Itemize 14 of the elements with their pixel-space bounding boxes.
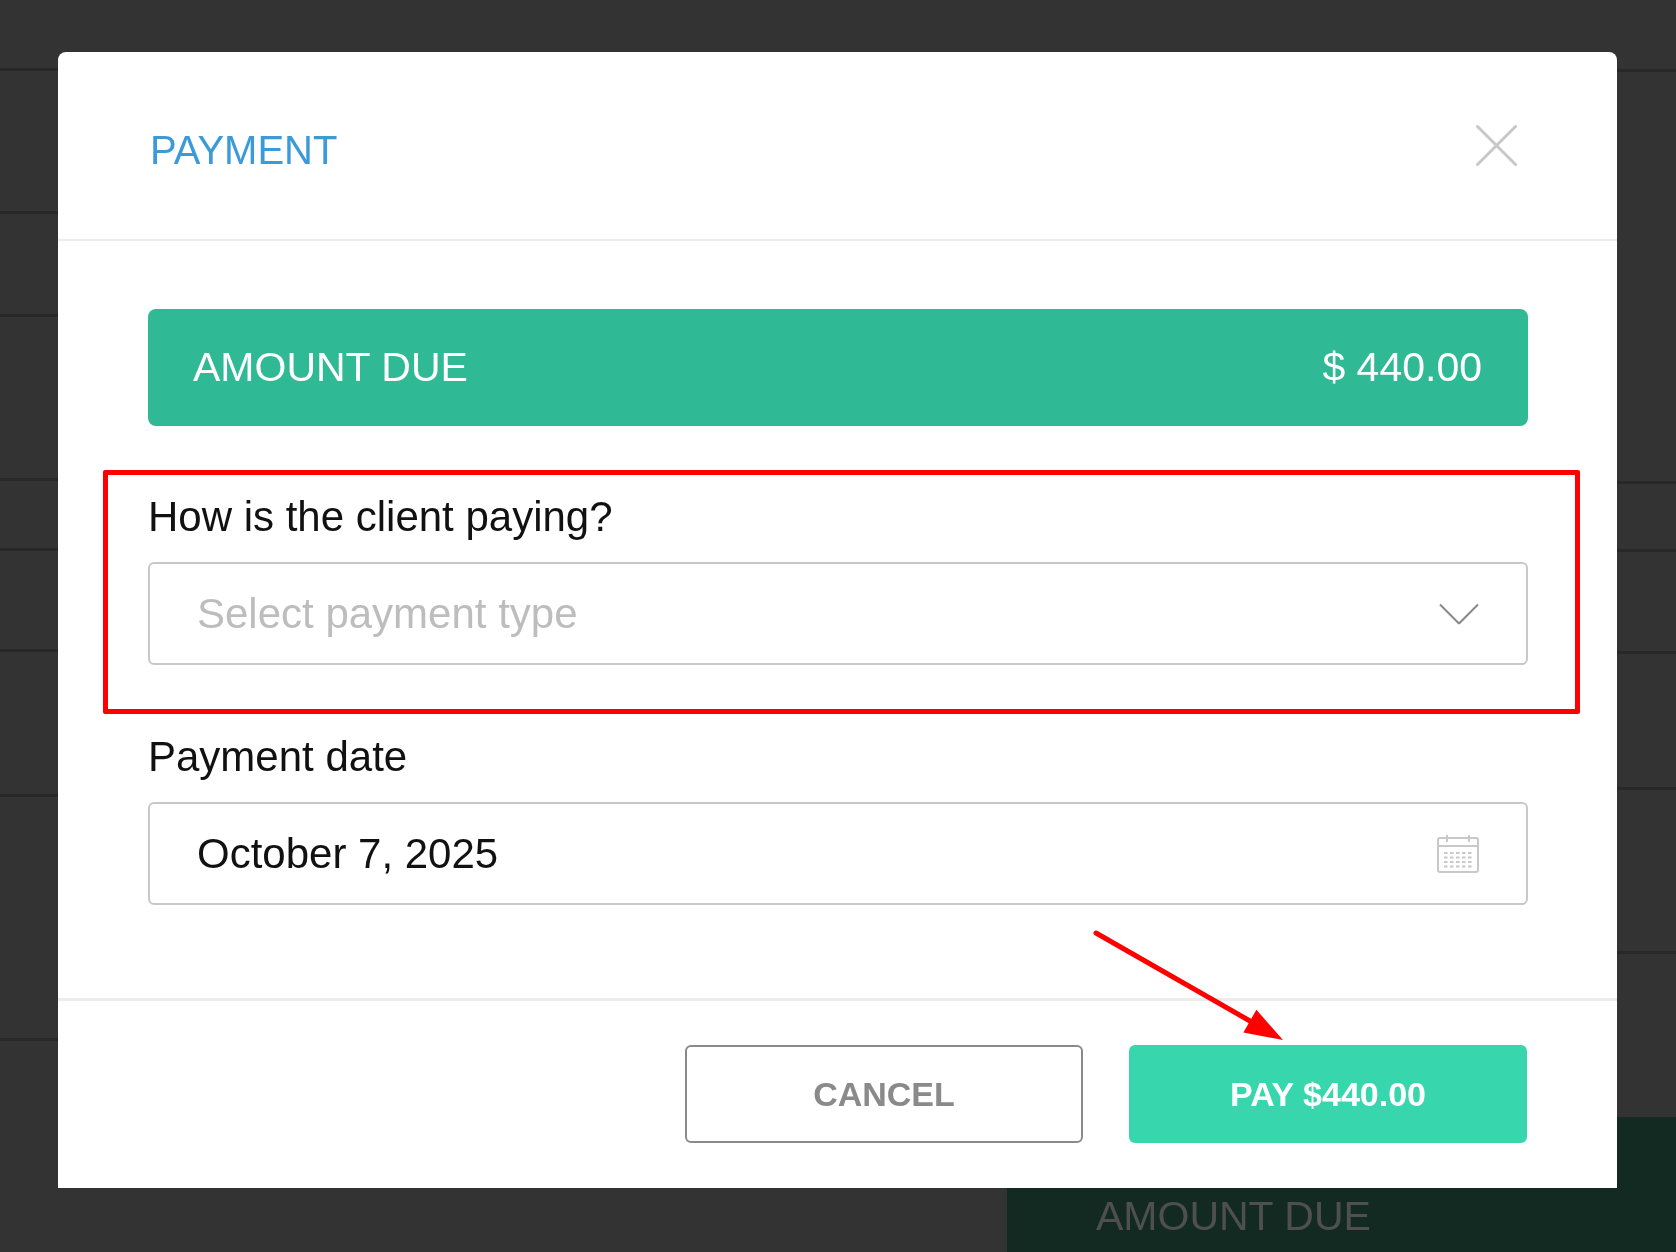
cancel-button[interactable]: CANCEL	[685, 1045, 1083, 1143]
dialog-title: PAYMENT	[150, 130, 338, 170]
close-icon	[1476, 125, 1517, 166]
panel-label: AMOUNT DUE	[1096, 1192, 1371, 1241]
pay-button[interactable]: PAY $440.00	[1129, 1045, 1527, 1143]
calendar-icon	[1437, 834, 1479, 873]
amount-due-label: AMOUNT DUE	[193, 343, 468, 392]
chevron-down-icon	[1439, 603, 1479, 624]
amount-due-value: $ 440.00	[1322, 343, 1482, 392]
date-field[interactable]: October 7, 2025	[148, 802, 1528, 905]
field-label: Payment date	[148, 732, 408, 781]
field-label: How is the client paying?	[148, 492, 613, 541]
dropdown-field[interactable]: Select payment type	[148, 562, 1528, 665]
close-button[interactable]	[1476, 125, 1517, 166]
